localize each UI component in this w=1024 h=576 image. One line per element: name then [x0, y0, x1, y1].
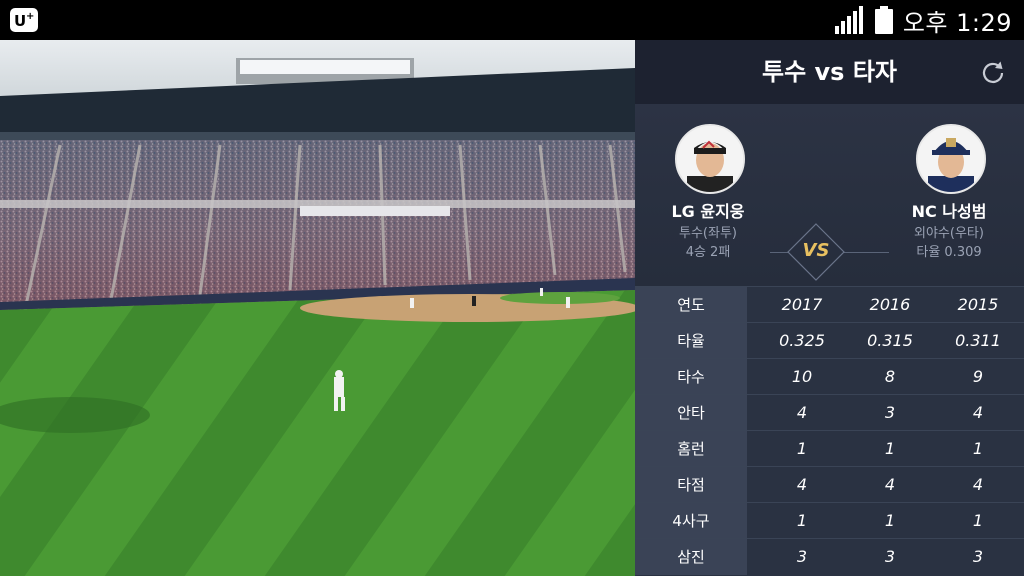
- cell: 1: [972, 511, 984, 530]
- cell: 0.311: [955, 331, 1001, 350]
- stats-table: 연도 2017 2016 2015 타율 0.325 0.315 0.311 타…: [635, 286, 1024, 576]
- signal-strength-icon: [834, 6, 863, 34]
- uplus-logo-icon: U +: [10, 8, 38, 32]
- stats-row-home-runs: 홈런 1 1 1: [635, 430, 1024, 467]
- stats-row-strikeouts: 삼진 3 3 3: [635, 538, 1024, 575]
- cell: 0.325: [779, 331, 825, 350]
- row-label: 안타: [635, 395, 747, 431]
- batter-avatar[interactable]: [916, 124, 986, 194]
- status-bar: U + 오후 1:29: [0, 0, 1024, 40]
- vs-label: VS: [802, 240, 830, 261]
- stadium-scene: [0, 40, 635, 576]
- cell: 1: [796, 511, 808, 530]
- stats-row-at-bats: 타수 10 8 9: [635, 358, 1024, 395]
- svg-text:+: +: [26, 11, 34, 22]
- cell: 1: [884, 511, 896, 530]
- batter-name: NC 나성범: [911, 202, 987, 221]
- svg-text:U: U: [14, 12, 26, 30]
- year-2015: 2015: [957, 295, 999, 314]
- pitcher-avatar[interactable]: [675, 124, 745, 194]
- cell: 0.315: [867, 331, 913, 350]
- batter-photo: [918, 126, 984, 192]
- cell: 1: [972, 439, 984, 458]
- pitcher-position: 투수(좌투): [679, 226, 737, 241]
- pitcher-vs-batter-panel: 투수 vs 타자 LG 윤지웅 투수(좌투) 4승 2패 NC 나성범 외야수(…: [635, 40, 1024, 576]
- cell: 4: [884, 475, 896, 494]
- batter-position: 외야수(우타): [914, 226, 984, 241]
- cell: 3: [884, 547, 896, 566]
- cell: 8: [884, 367, 896, 386]
- cell: 3: [972, 547, 984, 566]
- stats-row-rbi: 타점 4 4 4: [635, 466, 1024, 503]
- panel-header: 투수 vs 타자: [635, 40, 1024, 104]
- row-label: 삼진: [635, 539, 747, 575]
- pitcher-name: LG 윤지웅: [671, 202, 745, 221]
- batter-record: 타율 0.309: [916, 245, 982, 260]
- row-label: 타점: [635, 467, 747, 503]
- row-label: 4사구: [635, 503, 747, 539]
- panel-title: 투수 vs 타자: [762, 58, 897, 86]
- cell: 3: [884, 403, 896, 422]
- battery-icon: [874, 6, 893, 34]
- cell: 9: [972, 367, 984, 386]
- stats-header-row: 연도 2017 2016 2015: [635, 286, 1024, 323]
- stats-row-walks: 4사구 1 1 1: [635, 502, 1024, 539]
- row-label: 홈런: [635, 431, 747, 467]
- baseball-stadium-video[interactable]: [0, 40, 635, 576]
- year-2017: 2017: [781, 295, 823, 314]
- stats-header-label: 연도: [635, 287, 747, 323]
- pitcher-record: 4승 2패: [685, 245, 731, 260]
- row-label: 타율: [635, 323, 747, 359]
- stats-row-avg: 타율 0.325 0.315 0.311: [635, 322, 1024, 359]
- cell: 4: [972, 475, 984, 494]
- status-time: 오후 1:29: [902, 8, 1012, 37]
- row-label: 타수: [635, 359, 747, 395]
- cell: 1: [796, 439, 808, 458]
- cell: 10: [791, 367, 813, 386]
- cell: 4: [972, 403, 984, 422]
- pitcher-photo: [677, 126, 743, 192]
- cell: 4: [796, 475, 808, 494]
- stats-row-hits: 안타 4 3 4: [635, 394, 1024, 431]
- cell: 4: [796, 403, 808, 422]
- cell: 1: [884, 439, 896, 458]
- vs-divider-right: [844, 252, 889, 253]
- status-indicators: 오후 1:29: [834, 4, 1012, 37]
- cell: 3: [796, 547, 808, 566]
- vs-divider-left: [770, 252, 788, 253]
- matchup-section: LG 윤지웅 투수(좌투) 4승 2패 NC 나성범 외야수(우타) 타율 0.…: [635, 104, 1024, 286]
- year-2016: 2016: [869, 295, 911, 314]
- refresh-icon[interactable]: [978, 58, 1008, 88]
